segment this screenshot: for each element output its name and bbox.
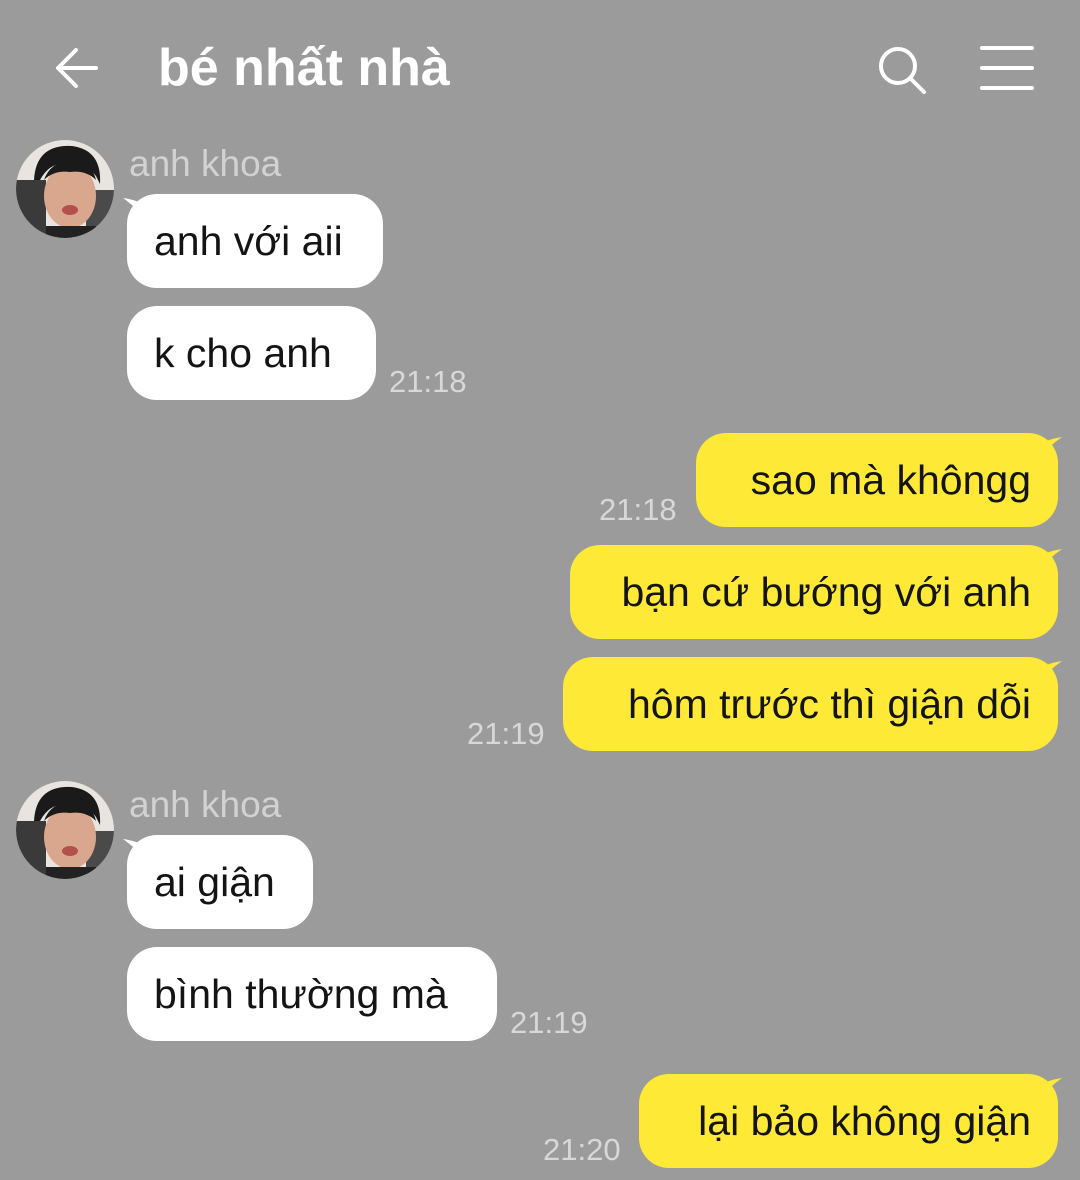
message-bubble-outgoing[interactable]: hôm trước thì giận dỗi	[563, 657, 1058, 751]
message-bubble-incoming[interactable]: anh với aii	[127, 194, 383, 288]
message-timestamp: 21:20	[543, 1132, 621, 1167]
avatar-photo	[16, 781, 114, 879]
message-timestamp: 21:19	[467, 716, 545, 751]
message-bubble-incoming[interactable]: k cho anh	[127, 306, 376, 400]
avatar[interactable]	[16, 781, 114, 879]
chat-title: bé nhất nhà	[158, 39, 450, 97]
avatar[interactable]	[16, 140, 114, 238]
message-timestamp: 21:19	[510, 1005, 588, 1040]
search-icon	[879, 47, 926, 94]
menu-button[interactable]	[976, 42, 1038, 94]
sender-name: anh khoa	[129, 143, 282, 184]
message-timestamp: 21:18	[389, 364, 467, 399]
hamburger-menu-icon	[980, 46, 1034, 90]
message-bubble-incoming[interactable]: ai giận	[127, 835, 313, 929]
message-bubble-incoming[interactable]: bình thường mà	[127, 947, 497, 1041]
search-button[interactable]	[872, 40, 932, 100]
back-button[interactable]	[46, 40, 106, 96]
message-bubble-outgoing[interactable]: lại bảo không giận	[639, 1074, 1058, 1168]
message-bubble-outgoing[interactable]: sao mà khôngg	[696, 433, 1058, 527]
sender-name: anh khoa	[129, 784, 282, 825]
message-bubble-outgoing[interactable]: bạn cứ bướng với anh	[570, 545, 1058, 639]
avatar-photo	[16, 140, 114, 238]
message-timestamp: 21:18	[599, 492, 677, 527]
arrow-left-icon	[56, 48, 98, 88]
chat-header: bé nhất nhà	[0, 0, 1080, 135]
